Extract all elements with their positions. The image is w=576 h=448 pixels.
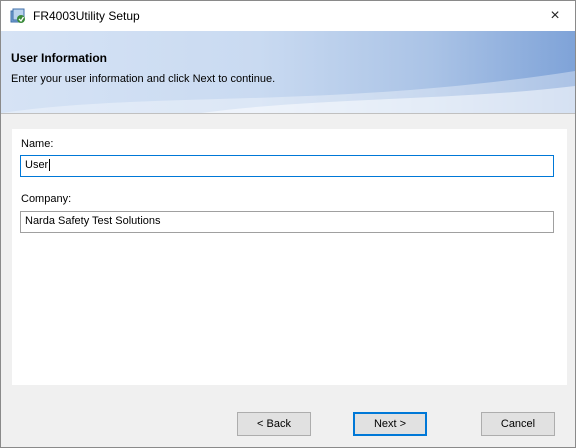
window-title: FR4003Utility Setup xyxy=(33,9,140,23)
cancel-button[interactable]: Cancel xyxy=(481,412,555,436)
text-cursor xyxy=(49,159,51,172)
name-value: User xyxy=(25,159,49,171)
company-value: Narda Safety Test Solutions xyxy=(25,215,161,227)
title-bar: FR4003Utility Setup × xyxy=(1,1,575,31)
close-button[interactable]: × xyxy=(535,1,575,31)
installer-icon xyxy=(10,8,26,24)
company-label: Company: xyxy=(21,193,72,205)
company-field[interactable]: Narda Safety Test Solutions xyxy=(20,211,554,233)
back-button[interactable]: < Back xyxy=(237,412,311,436)
next-button[interactable]: Next > xyxy=(353,412,427,436)
name-field[interactable]: User xyxy=(20,155,554,177)
page-title: User Information xyxy=(11,51,108,65)
page-subtitle: Enter your user information and click Ne… xyxy=(11,73,276,85)
banner-divider xyxy=(1,113,575,114)
setup-window: FR4003Utility Setup × User Information E… xyxy=(0,0,576,448)
form-panel: Name: User Company: Narda Safety Test So… xyxy=(12,129,567,385)
name-label: Name: xyxy=(21,138,54,150)
header-banner: User Information Enter your user informa… xyxy=(1,31,575,113)
banner-decoration xyxy=(1,71,575,113)
button-bar: < Back Next > Cancel xyxy=(1,391,575,447)
